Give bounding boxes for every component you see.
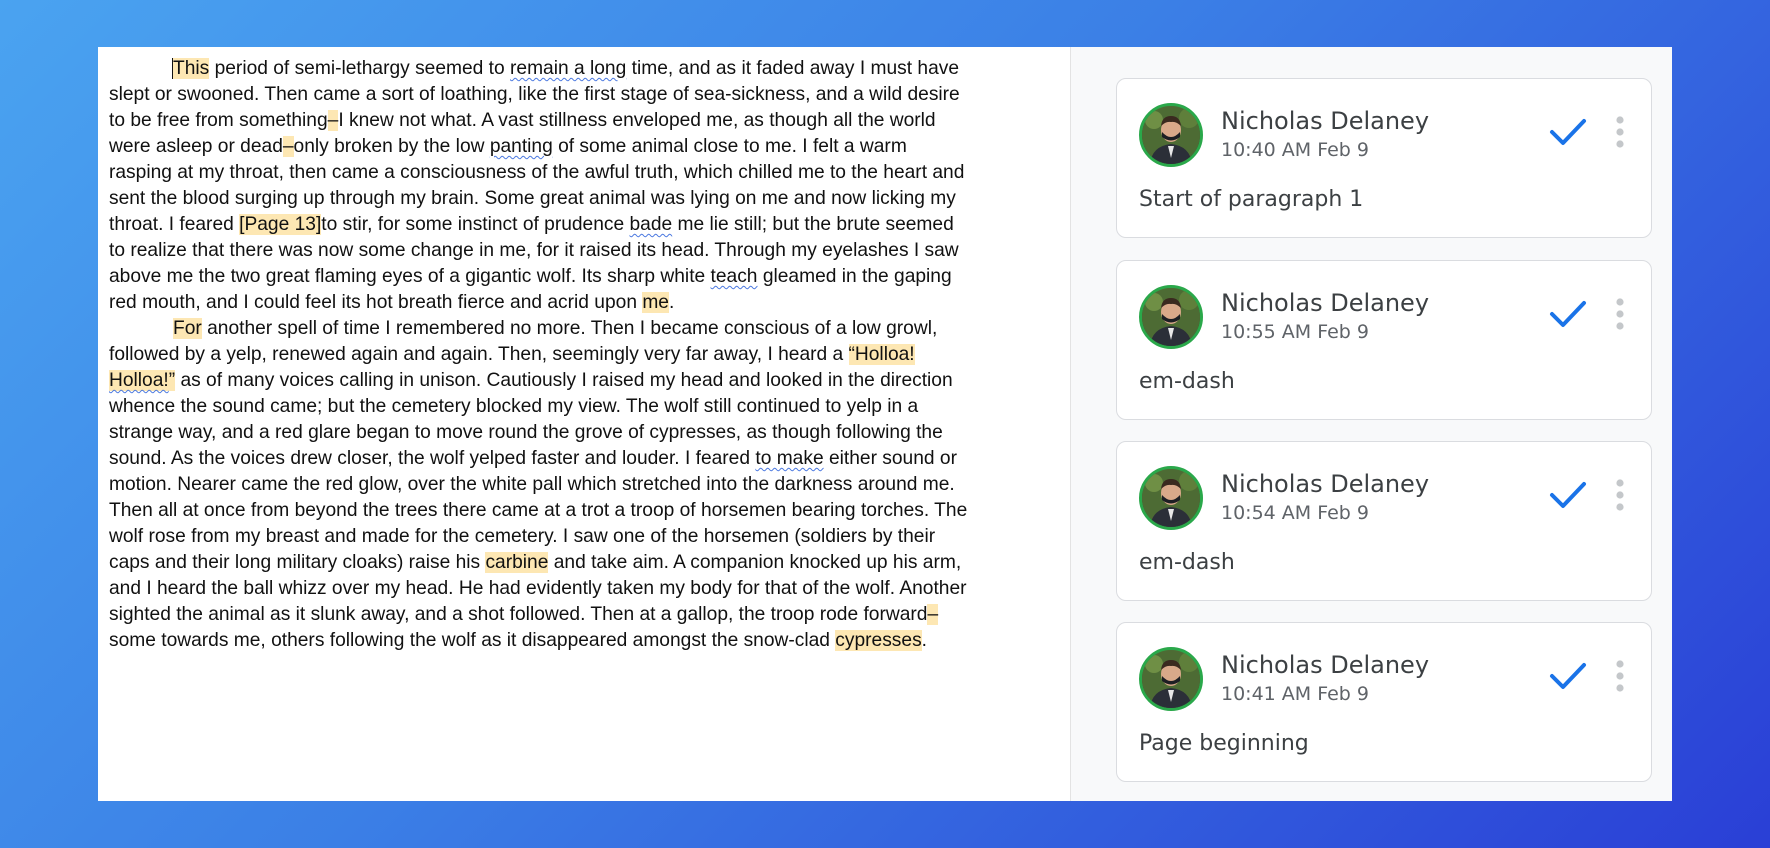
app-frame: This period of semi-lethargy seemed to r…	[98, 47, 1672, 801]
document-pane[interactable]: This period of semi-lethargy seemed to r…	[98, 47, 1071, 801]
document-body[interactable]: This period of semi-lethargy seemed to r…	[109, 56, 969, 654]
commented-text[interactable]: –	[327, 110, 339, 131]
spellcheck-flag[interactable]: to make	[755, 448, 823, 469]
check-icon[interactable]	[1548, 297, 1588, 331]
avatar[interactable]	[1139, 466, 1203, 530]
text-run: .	[668, 292, 675, 313]
text-run: .	[921, 630, 928, 651]
comment-text: em-dash	[1139, 369, 1235, 394]
paragraph-1[interactable]: This period of semi-lethargy seemed to r…	[109, 56, 969, 316]
commented-text[interactable]: “Holloa!	[848, 344, 915, 365]
comment-text: Page beginning	[1139, 731, 1309, 756]
commented-text[interactable]: [Page 13]	[239, 214, 322, 235]
commented-text[interactable]: carbine	[485, 552, 549, 573]
check-icon[interactable]	[1548, 478, 1588, 512]
more-vert-icon[interactable]	[1613, 297, 1627, 331]
text-run: another spell of time I remembered no mo…	[109, 318, 938, 365]
spellcheck-flag[interactable]: remain a long	[510, 58, 626, 79]
more-vert-icon[interactable]	[1613, 478, 1627, 512]
commented-text[interactable]: me	[642, 292, 669, 313]
avatar[interactable]	[1139, 647, 1203, 711]
more-vert-icon[interactable]	[1613, 115, 1627, 149]
comment-author: Nicholas Delaney	[1221, 289, 1430, 317]
commented-text[interactable]: –	[282, 136, 294, 157]
text-run: some towards me, others following the wo…	[109, 630, 836, 651]
comment-author: Nicholas Delaney	[1221, 651, 1430, 679]
comment-card[interactable]: Nicholas Delaney 10:41 AM Feb 9 Page beg…	[1116, 622, 1652, 782]
commented-text[interactable]: For	[173, 318, 202, 339]
comment-card[interactable]: Nicholas Delaney 10:54 AM Feb 9 em-dash	[1116, 441, 1652, 601]
avatar-portrait	[1142, 106, 1200, 164]
commented-text[interactable]: –	[927, 604, 939, 625]
comment-card[interactable]: Nicholas Delaney 10:55 AM Feb 9 em-dash	[1116, 260, 1652, 420]
text-run: to stir, for some instinct of prudence	[321, 214, 630, 235]
paragraph-2[interactable]: For another spell of time I remembered n…	[109, 316, 969, 654]
spellcheck-flag[interactable]: bade	[630, 214, 673, 235]
comment-timestamp: 10:40 AM Feb 9	[1221, 139, 1369, 161]
commented-text[interactable]: cypresses	[835, 630, 922, 651]
avatar-portrait	[1142, 288, 1200, 346]
more-vert-icon[interactable]	[1613, 659, 1627, 693]
comment-timestamp: 10:55 AM Feb 9	[1221, 321, 1369, 343]
comment-timestamp: 10:54 AM Feb 9	[1221, 502, 1369, 524]
comment-timestamp: 10:41 AM Feb 9	[1221, 683, 1369, 705]
spellcheck-flag[interactable]: teach	[711, 266, 758, 287]
spellcheck-flag[interactable]: panting	[490, 136, 553, 157]
comment-text: Start of paragraph 1	[1139, 187, 1364, 212]
comment-author: Nicholas Delaney	[1221, 470, 1430, 498]
comment-card[interactable]: Nicholas Delaney 10:40 AM Feb 9 Start of…	[1116, 78, 1652, 238]
check-icon[interactable]	[1548, 659, 1588, 693]
avatar[interactable]	[1139, 285, 1203, 349]
commented-text[interactable]: Holloa!	[109, 370, 169, 391]
comment-text: em-dash	[1139, 550, 1235, 575]
avatar-portrait	[1142, 469, 1200, 527]
check-icon[interactable]	[1548, 115, 1588, 149]
avatar[interactable]	[1139, 103, 1203, 167]
commented-text[interactable]: This	[172, 58, 210, 79]
text-run: period of semi-lethargy seemed to	[209, 58, 511, 79]
text-run: only broken by the low	[293, 136, 490, 157]
comment-author: Nicholas Delaney	[1221, 107, 1430, 135]
avatar-portrait	[1142, 650, 1200, 708]
comments-panel: Nicholas Delaney 10:40 AM Feb 9 Start of…	[1071, 47, 1672, 801]
